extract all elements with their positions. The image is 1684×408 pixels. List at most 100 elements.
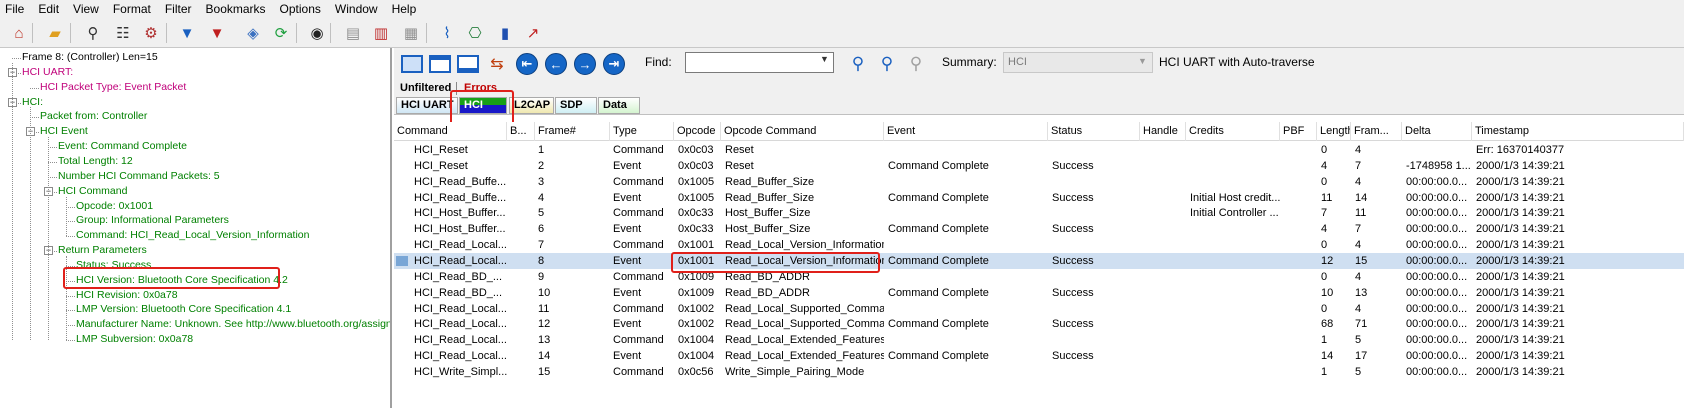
column-header[interactable]: PBF	[1280, 122, 1317, 141]
column-header[interactable]: Frame#	[535, 122, 610, 141]
note-icon[interactable]: ▤	[342, 22, 364, 44]
table-cell	[511, 301, 535, 317]
tab-data[interactable]: Data	[598, 97, 640, 114]
tree-node[interactable]: Event: Command Complete	[58, 139, 187, 154]
table-row[interactable]: HCI_Reset 2 Event 0x0c03 Reset Command Comple…	[394, 158, 1684, 174]
menu-item-bookmarks[interactable]: Bookmarks	[199, 0, 273, 18]
column-header[interactable]: Event	[884, 122, 1048, 141]
tree-node[interactable]: Manufacturer Name: Unknown. See http://w…	[76, 317, 390, 332]
binoculars-icon[interactable]: ◉	[306, 22, 328, 44]
column-header[interactable]: Fram...	[1351, 122, 1402, 141]
bar-chart-icon[interactable]: ▮	[494, 22, 516, 44]
transfer-icon[interactable]: ⇆	[485, 52, 509, 76]
menu-item-format[interactable]: Format	[106, 0, 158, 18]
tab-sdp[interactable]: SDP	[555, 97, 597, 114]
column-header[interactable]: Opcode Command	[721, 122, 884, 141]
find-icon[interactable]: ⚲	[82, 22, 104, 44]
open-folder-icon[interactable]: ▰	[44, 22, 66, 44]
column-header[interactable]: Handle	[1140, 122, 1186, 141]
tree-node[interactable]: Return Parameters	[58, 243, 147, 258]
network-icon[interactable]: ⎔	[464, 22, 486, 44]
layers-icon[interactable]: ◈	[242, 22, 264, 44]
columns-icon[interactable]: ☷	[112, 22, 134, 44]
table-row[interactable]: HCI_Read_Local... 7 Command 0x1001 Read_Loca…	[394, 237, 1684, 253]
tree-node[interactable]: HCI Event	[40, 124, 88, 139]
tree-node[interactable]: Total Length: 12	[58, 154, 133, 169]
filter-red-icon[interactable]: ▼	[206, 22, 228, 44]
table-row[interactable]: HCI_Host_Buffer... 5 Command 0x0c33 Host_Buf…	[394, 205, 1684, 221]
tree-node[interactable]: HCI:	[22, 95, 43, 110]
table-row[interactable]: HCI_Write_Simpl... 15 Command 0x0c56 Write_S…	[394, 364, 1684, 380]
table-row[interactable]: HCI_Read_Local... 12 Event 0x1002 Read_Local…	[394, 316, 1684, 332]
book-open-icon[interactable]: ▦	[400, 22, 422, 44]
tree-node[interactable]: HCI UART:	[22, 65, 73, 80]
tab-l2cap[interactable]: L2CAP	[509, 97, 554, 114]
last-frame-icon[interactable]: ⇥	[602, 52, 626, 76]
menu-item-help[interactable]: Help	[385, 0, 424, 18]
layout-pane-icon[interactable]	[400, 52, 424, 76]
column-header[interactable]: Opcode	[674, 122, 721, 141]
table-row[interactable]: HCI_Read_Buffe... 4 Event 0x1005 Read_Buffer…	[394, 190, 1684, 206]
filter-icon[interactable]: ▼	[176, 22, 198, 44]
table-row[interactable]: HCI_Read_Buffe... 3 Command 0x1005 Read_Buff…	[394, 174, 1684, 190]
table-cell	[1052, 174, 1140, 190]
column-header[interactable]: Delta	[1402, 122, 1472, 141]
tree-node[interactable]: Frame 8: (Controller) Len=15	[22, 50, 158, 65]
summary-select[interactable]: HCI	[1003, 52, 1153, 73]
line-chart-icon[interactable]: ↗	[522, 22, 544, 44]
previous-frame-icon[interactable]: ←	[544, 52, 568, 76]
column-header[interactable]: Status	[1048, 122, 1140, 141]
tree-node[interactable]: LMP Subversion: 0x0a78	[76, 332, 193, 347]
column-header[interactable]: B...	[507, 122, 535, 141]
book-icon[interactable]: ▥	[370, 22, 392, 44]
table-row[interactable]: HCI_Host_Buffer... 6 Event 0x0c33 Host_Buffe…	[394, 221, 1684, 237]
tree-node[interactable]: Number HCI Command Packets: 5	[58, 169, 220, 184]
first-frame-icon[interactable]: ⇤	[515, 52, 539, 76]
toolbar-separator	[166, 23, 167, 43]
table-row[interactable]: HCI_Read_BD_... 9 Command 0x1009 Read_BD_ADD…	[394, 269, 1684, 285]
menu-item-window[interactable]: Window	[328, 0, 385, 18]
summary-dropdown-icon[interactable]: ▼	[1138, 56, 1147, 66]
tab-unfiltered[interactable]: Unfiltered	[400, 82, 451, 94]
menu-item-options[interactable]: Options	[273, 0, 328, 18]
layout-list-icon[interactable]	[428, 52, 452, 76]
tree-node[interactable]: Group: Informational Parameters	[76, 213, 229, 228]
menu-item-view[interactable]: View	[66, 0, 106, 18]
tree-node[interactable]: HCI Packet Type: Event Packet	[40, 80, 186, 95]
table-cell: HCI_Reset	[414, 159, 468, 172]
refresh-icon[interactable]: ⟳	[270, 22, 292, 44]
table-cell: Command Complete	[888, 318, 989, 331]
menu-item-edit[interactable]: Edit	[31, 0, 66, 18]
find-dropdown-icon[interactable]: ▼	[820, 54, 829, 64]
tree-node[interactable]: LMP Version: Bluetooth Core Specificatio…	[76, 302, 291, 317]
table-row[interactable]: HCI_Read_Local... 11 Command 0x1002 Read_Loc…	[394, 301, 1684, 317]
tab-hci-uart[interactable]: HCI UART	[396, 97, 458, 114]
menu-item-filter[interactable]: Filter	[158, 0, 199, 18]
find-previous-icon[interactable]: ⚲	[846, 52, 870, 76]
tree-node[interactable]: Packet from: Controller	[40, 109, 147, 124]
column-header[interactable]: Type	[610, 122, 674, 141]
column-header[interactable]: Credits	[1186, 122, 1280, 141]
column-header[interactable]: Length	[1317, 122, 1351, 141]
table-row[interactable]: HCI_Read_Local... 14 Event 0x1004 Read_Local…	[394, 348, 1684, 364]
tree-node[interactable]: HCI Revision: 0x0a78	[76, 288, 178, 303]
table-row[interactable]: HCI_Reset 1 Command 0x0c03 Reset 0 4 Err: 16370…	[394, 142, 1684, 158]
next-frame-icon[interactable]: →	[573, 52, 597, 76]
tree-node[interactable]: Command: HCI_Read_Local_Version_Informat…	[76, 228, 309, 243]
table-cell: HCI_Read_BD_...	[414, 286, 503, 299]
chart-icon[interactable]: ⌇	[436, 22, 458, 44]
find-input[interactable]	[685, 52, 834, 73]
find-next-icon[interactable]: ⚲	[875, 52, 899, 76]
table-row[interactable]: HCI_Read_BD_... 10 Event 0x1009 Read_BD_ADDR…	[394, 285, 1684, 301]
column-header[interactable]: Timestamp	[1472, 122, 1684, 141]
settings-icon[interactable]: ⚙	[140, 22, 162, 44]
table-row[interactable]: HCI_Read_Local... 13 Command 0x1004 Read_Loc…	[394, 332, 1684, 348]
column-header[interactable]: Command	[394, 122, 507, 141]
home-icon[interactable]: ⌂	[8, 22, 30, 44]
find-clear-icon[interactable]: ⚲	[904, 52, 928, 76]
layout-detail-icon[interactable]	[456, 52, 480, 76]
tree-node[interactable]: HCI Command	[58, 184, 127, 199]
table-row[interactable]: HCI_Read_Local... 8 Event 0x1001 Read_Local_…	[394, 252, 1684, 269]
tree-node[interactable]: Opcode: 0x1001	[76, 199, 153, 214]
menu-item-file[interactable]: File	[0, 0, 31, 18]
